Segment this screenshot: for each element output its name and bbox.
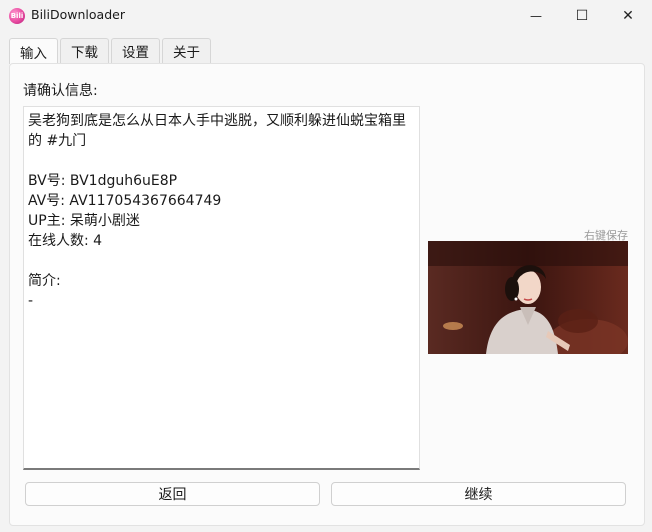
confirm-label: 请确认信息: [23, 83, 98, 99]
app-logo-icon: Bili [9, 8, 25, 24]
video-thumbnail[interactable] [428, 241, 628, 354]
tab-settings[interactable]: 设置 [111, 38, 160, 63]
close-icon: ✕ [622, 8, 634, 24]
video-info-textbox[interactable]: 吴老狗到底是怎么从日本人手中逃脱，又顺利躲进仙蜕宝箱里的 #九门 BV号: BV… [23, 106, 420, 470]
window-title: BiliDownloader [31, 7, 125, 22]
back-button[interactable]: 返回 [25, 482, 320, 506]
app-logo-text: Bili [10, 12, 24, 20]
tab-download[interactable]: 下载 [60, 38, 109, 63]
thumbnail-image [428, 241, 628, 354]
maximize-icon: ☐ [575, 8, 589, 24]
maximize-button[interactable]: ☐ [559, 0, 605, 32]
tab-about[interactable]: 关于 [162, 38, 211, 63]
tab-bar: 输入 下载 设置 关于 [9, 38, 213, 64]
close-button[interactable]: ✕ [605, 0, 651, 32]
minimize-button[interactable]: — [513, 0, 559, 32]
minimize-icon: — [530, 9, 542, 23]
continue-button[interactable]: 继续 [331, 482, 626, 506]
tab-input[interactable]: 输入 [9, 38, 58, 64]
title-bar: Bili BiliDownloader — ☐ ✕ [0, 0, 652, 32]
